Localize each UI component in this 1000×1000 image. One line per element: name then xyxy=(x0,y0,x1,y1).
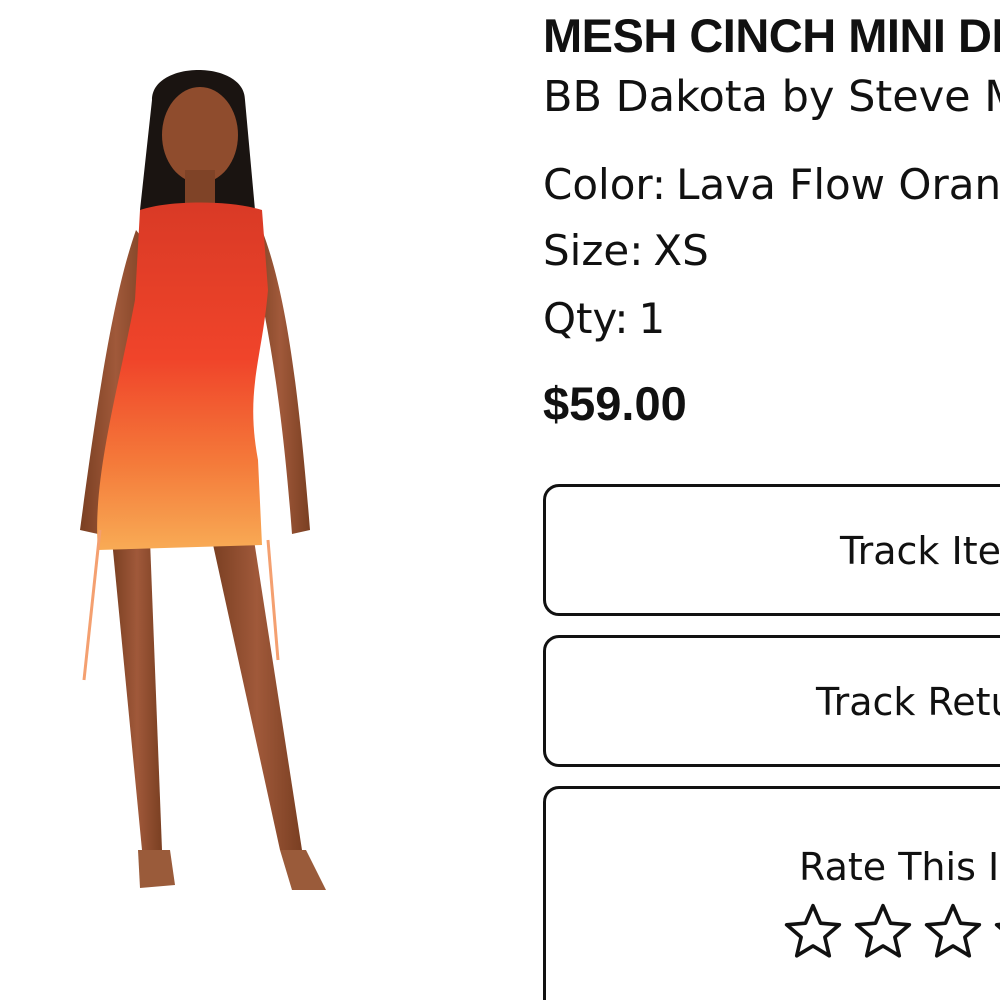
rate-item-panel: Rate This Item xyxy=(543,786,1000,1000)
order-item-detail: MESH CINCH MINI DRESS BB Dakota by Steve… xyxy=(0,0,1000,1000)
color-value: Lava Flow Orange xyxy=(676,160,1000,209)
track-return-button[interactable]: Track Return xyxy=(543,635,1000,767)
rate-item-label: Rate This Item xyxy=(799,845,1000,889)
product-quantity: Qty: 1 xyxy=(543,294,665,343)
star-rating[interactable] xyxy=(782,901,1000,963)
product-image xyxy=(80,70,326,890)
qty-label: Qty: xyxy=(543,294,629,343)
color-label: Color: xyxy=(543,160,667,209)
track-item-label: Track Item xyxy=(840,529,1000,573)
size-label: Size: xyxy=(543,226,644,275)
product-size: Size: XS xyxy=(543,226,709,275)
star-outline-icon[interactable] xyxy=(992,901,1000,963)
star-outline-icon[interactable] xyxy=(782,901,844,963)
star-outline-icon[interactable] xyxy=(922,901,984,963)
size-value: XS xyxy=(653,226,709,275)
track-item-button[interactable]: Track Item xyxy=(543,484,1000,616)
track-return-label: Track Return xyxy=(816,680,1000,724)
star-outline-icon[interactable] xyxy=(852,901,914,963)
product-color: Color:Lava Flow Orange xyxy=(543,160,1000,209)
qty-value: 1 xyxy=(638,294,666,343)
product-info: MESH CINCH MINI DRESS BB Dakota by Steve… xyxy=(543,0,1000,1000)
product-price: $59.00 xyxy=(543,377,687,430)
product-title: MESH CINCH MINI DRESS xyxy=(543,9,1000,62)
product-brand: BB Dakota by Steve Madden xyxy=(543,72,1000,122)
